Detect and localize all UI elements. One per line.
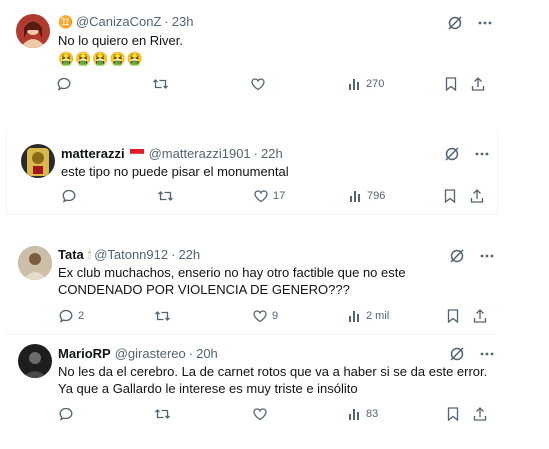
share-button[interactable] (472, 308, 488, 324)
separator-dot: · (253, 146, 258, 161)
grok-icon[interactable] (447, 15, 463, 31)
avatar[interactable] (21, 144, 55, 178)
tweet-text: No lo quiero en River. (58, 33, 184, 48)
more-options-icon[interactable] (479, 248, 495, 264)
like-button[interactable]: 17 (253, 188, 285, 204)
retweet-button[interactable] (154, 308, 175, 324)
tweet-actions: 17 796 (7, 188, 497, 208)
tweet-actions: 2 9 2 mil (6, 308, 496, 328)
view-count: 83 (366, 408, 379, 420)
tweet-time[interactable]: 22h (261, 146, 283, 161)
tweet-emoji-line: 🤮🤮🤮🤮🤮 (58, 51, 144, 66)
grok-icon[interactable] (449, 346, 465, 362)
tweet-time[interactable]: 20h (196, 346, 218, 361)
tweet-text: No les da el cerebro. La de carnet rotos… (58, 364, 488, 396)
separator-dot: · (171, 247, 176, 262)
reply-button[interactable]: 2 (58, 308, 84, 324)
reply-count: 2 (78, 310, 85, 322)
bookmark-button[interactable] (446, 406, 460, 422)
more-options-icon[interactable] (474, 146, 490, 162)
retweet-button[interactable] (152, 76, 173, 92)
retweet-button[interactable] (154, 406, 175, 422)
tweet-text: este tipo no puede pisar el monumental (61, 164, 289, 179)
like-button[interactable]: 9 (252, 308, 278, 324)
like-count: 17 (273, 190, 286, 202)
tweet-header: MarioRP @girastereo · 20h (58, 346, 218, 361)
separator-dot: · (188, 346, 194, 361)
user-handle[interactable]: @girastereo (115, 346, 186, 361)
display-name[interactable]: Tata (58, 247, 84, 262)
tweet-card[interactable]: ♊ @CanizaConZ · 23h No lo quiero en Rive… (0, 0, 510, 106)
grok-icon[interactable] (444, 146, 460, 162)
flag-emoji (129, 148, 144, 159)
views-button[interactable]: 83 (348, 406, 378, 422)
tweet-header: Tata 🕯 @Tatonn912 · 22h (58, 247, 200, 262)
bookmark-button[interactable] (446, 308, 460, 324)
views-button[interactable]: 2 mil (348, 308, 389, 324)
tweet-header: ♊ @CanizaConZ · 23h (58, 14, 193, 29)
views-button[interactable]: 796 (349, 188, 385, 204)
avatar[interactable] (18, 246, 52, 280)
share-button[interactable] (469, 188, 485, 204)
share-button[interactable] (472, 406, 488, 422)
views-button[interactable]: 270 (348, 76, 384, 92)
user-handle[interactable]: @CanizaConZ (76, 14, 161, 29)
view-count: 270 (366, 78, 385, 90)
tweet-header: matterazzi @matterazzi1901 · 22h (61, 146, 283, 161)
tweet-card[interactable]: MarioRP @girastereo · 20h No les da el c… (6, 336, 496, 436)
reply-button[interactable] (61, 188, 81, 204)
view-count: 796 (367, 190, 386, 202)
bookmark-button[interactable] (444, 76, 458, 92)
candle-emoji: 🕯 (87, 247, 92, 261)
retweet-button[interactable] (157, 188, 178, 204)
zodiac-emoji: ♊ (58, 14, 73, 29)
grok-icon[interactable] (449, 248, 465, 264)
user-handle[interactable]: @matterazzi1901 (149, 146, 251, 161)
like-count: 9 (272, 310, 279, 322)
display-name[interactable]: matterazzi (61, 146, 125, 161)
more-options-icon[interactable] (477, 15, 493, 31)
reply-button[interactable] (56, 76, 76, 92)
share-button[interactable] (470, 76, 486, 92)
user-handle[interactable]: @Tatonn912 (94, 247, 168, 262)
tweet-time[interactable]: 22h (178, 247, 200, 262)
avatar[interactable] (18, 344, 52, 378)
more-options-icon[interactable] (479, 346, 495, 362)
divider (6, 334, 496, 335)
tweet-time[interactable]: 23h (172, 14, 194, 29)
bookmark-button[interactable] (443, 188, 457, 204)
tweet-card[interactable]: matterazzi @matterazzi1901 · 22h este ti… (6, 132, 498, 215)
tweet-actions: 270 (0, 74, 510, 94)
tweet-actions: 83 (6, 406, 496, 426)
reply-button[interactable] (58, 406, 78, 422)
like-button[interactable] (252, 406, 272, 422)
view-count: 2 mil (366, 310, 390, 322)
avatar[interactable] (16, 14, 50, 48)
tweet-card[interactable]: Tata 🕯 @Tatonn912 · 22h Ex club muchacho… (6, 238, 496, 332)
separator-dot: · (164, 14, 169, 29)
like-button[interactable] (250, 76, 270, 92)
display-name[interactable]: MarioRP (58, 346, 111, 361)
tweet-text: Ex club muchachos, enserio no hay otro f… (58, 265, 406, 297)
